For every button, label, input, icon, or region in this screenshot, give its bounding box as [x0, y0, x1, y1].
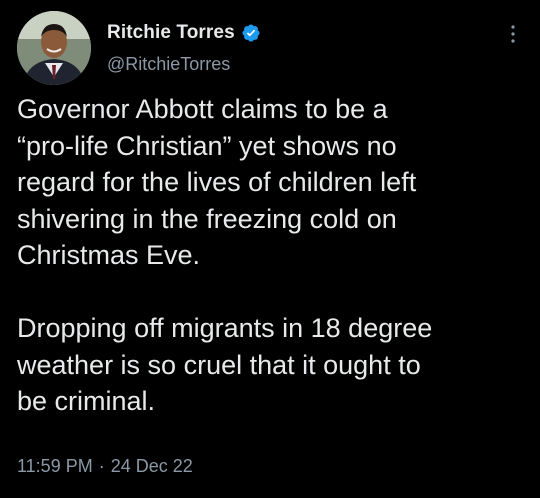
author-display-name[interactable]: Ritchie Torres: [107, 22, 235, 44]
tweet: Ritchie Torres @RitchieTorres Governor A…: [0, 0, 540, 498]
tweet-date[interactable]: 24 Dec 22: [111, 456, 193, 477]
tweet-text: Governor Abbott claims to be a “pro-life…: [17, 94, 433, 416]
author-handle[interactable]: @RitchieTorres: [107, 54, 230, 75]
verified-badge-icon: [242, 24, 260, 42]
tweet-time[interactable]: 11:59 PM: [17, 456, 93, 477]
avatar-image: [17, 11, 91, 85]
more-vertical-icon: [511, 25, 515, 43]
author-name-row[interactable]: Ritchie Torres: [107, 22, 261, 44]
avatar[interactable]: [17, 11, 91, 85]
more-options-button[interactable]: [500, 21, 526, 47]
timestamp-separator: ·: [98, 456, 105, 476]
tweet-timestamp[interactable]: 11:59 PM · 24 Dec 22: [17, 456, 193, 477]
